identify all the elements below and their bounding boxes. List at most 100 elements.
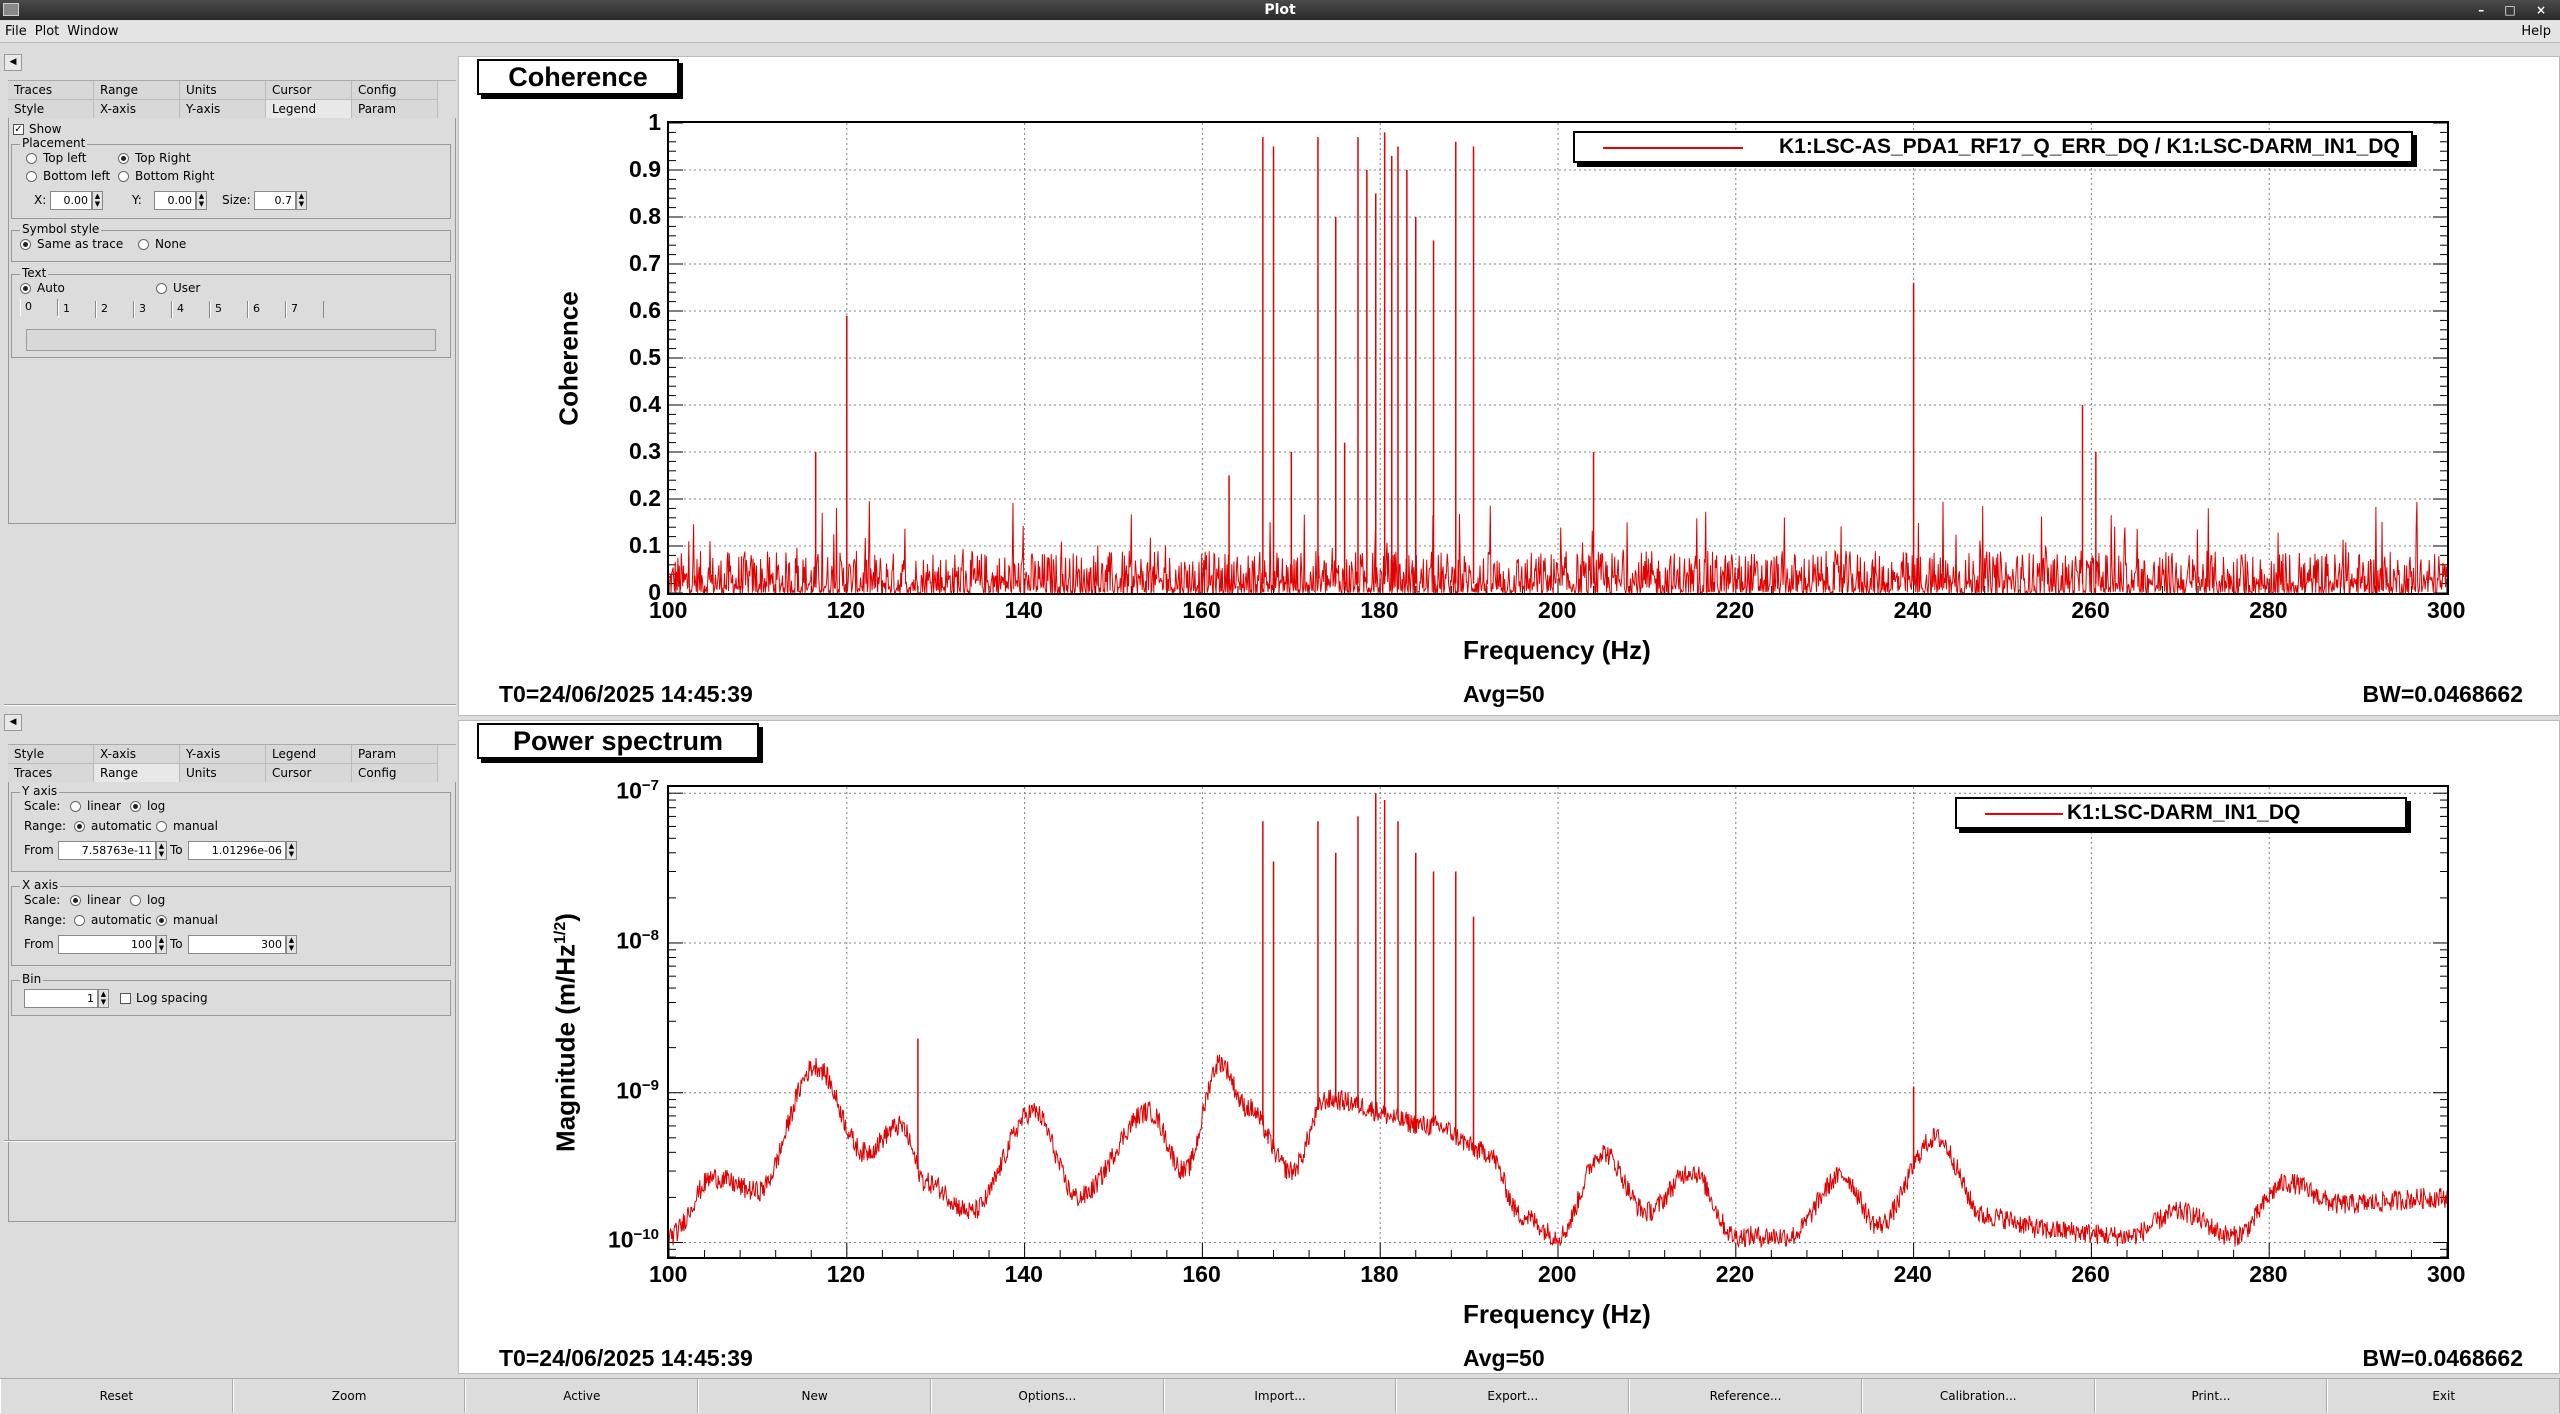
tab-x-axis[interactable]: X-axis (94, 100, 180, 119)
y-scale-linear[interactable]: linear (70, 799, 121, 813)
collapse-arrow-button[interactable]: ◀ (4, 54, 22, 71)
tab-y-axis[interactable]: Y-axis (180, 100, 266, 119)
tab-param-2[interactable]: Param (352, 745, 438, 764)
y-from-spinner[interactable]: ▲ ▼ (156, 841, 167, 860)
placement-top-left[interactable]: Top left (26, 151, 87, 165)
tab-range-2[interactable]: Range (94, 764, 180, 783)
y-from-field[interactable]: 7.58763e-11 (58, 841, 156, 860)
y-tick-label: 0 (648, 579, 661, 605)
x-range-automatic[interactable]: automatic (74, 913, 152, 927)
x-from-field[interactable]: 100 (58, 935, 156, 954)
coherence-legend[interactable]: K1:LSC-AS_PDA1_RF17_Q_ERR_DQ / K1:LSC-DA… (1573, 131, 2413, 163)
import-button[interactable]: Import... (1163, 1379, 1397, 1413)
tab-units-2[interactable]: Units (180, 764, 266, 783)
text-tab-3[interactable]: 3 (134, 301, 172, 318)
symbol-none[interactable]: None (138, 237, 186, 251)
tab-legend[interactable]: Legend (266, 100, 352, 119)
symbol-style-title: Symbol style (20, 222, 102, 236)
zoom-button[interactable]: Zoom (232, 1379, 466, 1413)
log-spacing-option[interactable]: Log spacing (120, 991, 208, 1005)
exit-button[interactable]: Exit (2327, 1379, 2560, 1413)
x-scale-log[interactable]: log (130, 893, 165, 907)
tab-legend-2[interactable]: Legend (266, 745, 352, 764)
power-spectrum-avg: Avg=50 (1463, 1345, 1545, 1371)
placement-top-right[interactable]: Top Right (118, 151, 191, 165)
placement-bottom-left[interactable]: Bottom left (26, 169, 110, 183)
tab-x-axis-2[interactable]: X-axis (94, 745, 180, 764)
menu-plot[interactable]: Plot (30, 21, 63, 43)
tab-traces-2[interactable]: Traces (8, 764, 94, 783)
window-controls[interactable]: – □ × (2478, 0, 2554, 20)
collapse-arrow-button-2[interactable]: ◀ (4, 714, 22, 731)
export-button[interactable]: Export... (1396, 1379, 1630, 1413)
text-user[interactable]: User (156, 281, 200, 295)
show-legend-option[interactable]: ✓ Show (13, 122, 61, 136)
new-button[interactable]: New (698, 1379, 931, 1413)
bin-spinner[interactable]: ▲ ▼ (98, 989, 109, 1008)
text-tab-7[interactable]: 7 (286, 301, 324, 318)
menu-help[interactable]: Help (2516, 21, 2554, 43)
print-button[interactable]: Print... (2094, 1379, 2328, 1413)
calibration-button[interactable]: Calibration... (1861, 1379, 2095, 1413)
placement-x-field[interactable]: 0.00 (50, 191, 92, 210)
legend-line-swatch (1603, 147, 1743, 149)
y-label: Y: (132, 193, 142, 207)
power-spectrum-legend[interactable]: K1:LSC-DARM_IN1_DQ (1955, 797, 2407, 829)
coherence-canvas[interactable]: Coherence Coherence K1:LSC-AS_PDA1_RF17_… (458, 56, 2560, 716)
x-scale-linear[interactable]: linear (70, 893, 121, 907)
log-spacing-checkbox[interactable] (120, 993, 131, 1004)
text-tab-6[interactable]: 6 (248, 301, 286, 318)
x-to-spinner[interactable]: ▲ ▼ (286, 935, 297, 954)
menu-file[interactable]: File (0, 21, 30, 43)
y-to-spinner[interactable]: ▲ ▼ (286, 841, 297, 860)
text-tab-5[interactable]: 5 (210, 301, 248, 318)
y-to-field[interactable]: 1.01296e-06 (188, 841, 286, 860)
tab-config-2[interactable]: Config (352, 764, 438, 783)
tab-cursor[interactable]: Cursor (266, 81, 352, 100)
reference-button[interactable]: Reference... (1629, 1379, 1862, 1413)
y-tick-label: 0.9 (629, 156, 661, 182)
tab-style-2[interactable]: Style (8, 745, 94, 764)
y-scale-log[interactable]: log (130, 799, 165, 813)
tab-y-axis-2[interactable]: Y-axis (180, 745, 266, 764)
legend-size-spinner[interactable]: ▲ ▼ (296, 191, 307, 210)
x-range-manual[interactable]: manual (156, 913, 218, 927)
text-tab-1[interactable]: 1 (58, 301, 96, 318)
placement-bottom-right[interactable]: Bottom Right (118, 169, 214, 183)
reset-button[interactable]: Reset (0, 1379, 233, 1413)
text-tab-2[interactable]: 2 (96, 301, 134, 318)
options-button[interactable]: Options... (930, 1379, 1164, 1413)
x-from-spinner[interactable]: ▲ ▼ (156, 935, 167, 954)
active-button[interactable]: Active (465, 1379, 699, 1413)
placement-y-field[interactable]: 0.00 (154, 191, 196, 210)
tab-cursor-2[interactable]: Cursor (266, 764, 352, 783)
placement-y-spinner[interactable]: ▲ ▼ (196, 191, 207, 210)
power-spectrum-plot-area[interactable]: K1:LSC-DARM_IN1_DQ (667, 785, 2449, 1259)
tab-config[interactable]: Config (352, 81, 438, 100)
legend-size-field[interactable]: 0.7 (254, 191, 296, 210)
app-icon[interactable] (3, 3, 19, 16)
tab-param[interactable]: Param (352, 100, 438, 119)
bin-field[interactable]: 1 (24, 989, 98, 1008)
y-range-manual[interactable]: manual (156, 819, 218, 833)
x-tick-label: 220 (1715, 1261, 1755, 1287)
show-checkbox[interactable]: ✓ (13, 124, 24, 135)
y-range-automatic[interactable]: automatic (74, 819, 152, 833)
tab-traces[interactable]: Traces (8, 81, 94, 100)
tab-units[interactable]: Units (180, 81, 266, 100)
text-auto[interactable]: Auto (20, 281, 65, 295)
symbol-same-as-trace[interactable]: Same as trace (20, 237, 123, 251)
power-spectrum-canvas[interactable]: Power spectrum Magnitude (m/Hz1/2) K1:LS… (458, 720, 2560, 1374)
tab-strip: Traces Range Units Cursor Config Style X… (8, 80, 456, 119)
placement-x-spinner[interactable]: ▲ ▼ (92, 191, 103, 210)
size-label: Size: (222, 193, 251, 207)
x-to-field[interactable]: 300 (188, 935, 286, 954)
text-tab-0[interactable]: 0 (20, 299, 58, 316)
y-linear-label: linear (87, 799, 121, 813)
tab-range[interactable]: Range (94, 81, 180, 100)
text-tab-4[interactable]: 4 (172, 301, 210, 318)
legend-text-input[interactable] (26, 329, 436, 351)
menu-window[interactable]: Window (62, 21, 121, 43)
tab-style[interactable]: Style (8, 100, 94, 119)
coherence-plot-area[interactable]: K1:LSC-AS_PDA1_RF17_Q_ERR_DQ / K1:LSC-DA… (667, 121, 2449, 595)
